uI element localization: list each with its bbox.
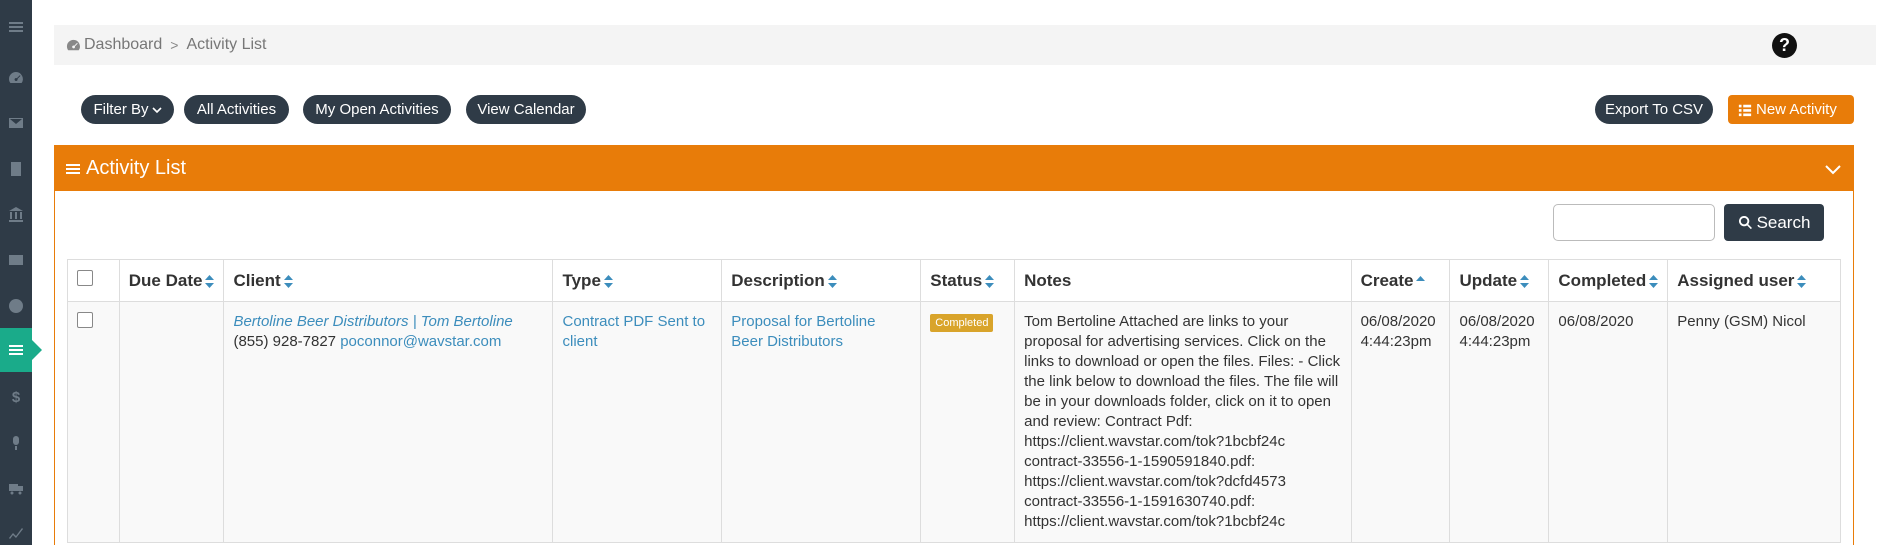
list-icon[interactable] <box>0 328 42 372</box>
view-calendar-button[interactable]: View Calendar <box>466 95 586 124</box>
chevron-down-icon <box>151 106 162 113</box>
update-cell: 06/08/2020 4:44:23pm <box>1449 301 1550 543</box>
col-client[interactable]: Client <box>223 259 554 302</box>
table-header-row: Due Date Client Type Description Status … <box>67 259 1841 302</box>
sort-icon <box>985 274 995 288</box>
sort-icon <box>603 274 613 288</box>
type-link[interactable]: Contract PDF Sent to client <box>562 313 705 350</box>
new-activity-label: New Activity <box>1756 101 1837 118</box>
sort-asc-icon <box>1416 275 1426 281</box>
search-input[interactable] <box>1553 204 1715 241</box>
col-create[interactable]: Create <box>1350 259 1451 302</box>
breadcrumb: Dashboard > Activity List <box>54 25 1876 65</box>
envelope-icon[interactable] <box>0 101 32 145</box>
dashboard-icon[interactable] <box>0 56 32 100</box>
sort-icon <box>283 274 293 288</box>
microphone-icon[interactable] <box>0 421 32 465</box>
sort-icon <box>1649 274 1659 288</box>
bank-icon[interactable] <box>0 192 32 236</box>
row-select-cell <box>67 301 120 543</box>
col-notes: Notes <box>1014 259 1352 302</box>
list-icon <box>1738 104 1752 116</box>
new-activity-button[interactable]: New Activity <box>1728 95 1854 124</box>
menu-icon[interactable] <box>0 5 32 49</box>
completed-cell: 06/08/2020 <box>1548 301 1669 543</box>
dollar-icon[interactable]: $ <box>0 375 32 419</box>
sort-icon <box>827 274 837 288</box>
list-icon <box>66 163 80 174</box>
search-label: Search <box>1756 212 1811 232</box>
col-type[interactable]: Type <box>552 259 723 302</box>
col-description[interactable]: Description <box>721 259 922 302</box>
chart-line-icon[interactable] <box>0 510 32 554</box>
col-status[interactable]: Status <box>920 259 1016 302</box>
all-activities-button[interactable]: All Activities <box>184 95 289 124</box>
select-all-checkbox[interactable] <box>77 270 93 286</box>
type-cell: Contract PDF Sent to client <box>552 301 723 543</box>
my-open-activities-button[interactable]: My Open Activities <box>303 95 451 124</box>
sidebar: $ <box>0 0 42 545</box>
client-cell: Bertoline Beer Distributors | Tom Bertol… <box>223 301 554 543</box>
panel-header: Activity List <box>55 146 1853 191</box>
create-cell: 06/08/2020 4:44:23pm <box>1350 301 1451 543</box>
panel-title: Activity List <box>86 157 187 179</box>
table-row: Bertoline Beer Distributors | Tom Bertol… <box>67 301 1841 543</box>
status-cell: Completed <box>920 301 1016 543</box>
building-icon[interactable] <box>0 147 32 191</box>
truck-icon[interactable] <box>0 466 32 510</box>
status-badge: Completed <box>930 314 994 332</box>
description-link[interactable]: Proposal for Bertoline Beer Distributors <box>731 313 875 350</box>
description-cell: Proposal for Bertoline Beer Distributors <box>721 301 922 543</box>
chevron-down-icon[interactable] <box>1823 159 1843 179</box>
col-assigned-user[interactable]: Assigned user <box>1667 259 1841 302</box>
client-phone: (855) 928-7827 <box>233 333 337 350</box>
client-email-link[interactable]: poconnor@wavstar.com <box>340 333 501 350</box>
client-name-link[interactable]: Bertoline Beer Distributors | Tom Bertol… <box>233 313 512 330</box>
sort-icon <box>1520 274 1530 288</box>
col-update[interactable]: Update <box>1449 259 1550 302</box>
col-due-date[interactable]: Due Date <box>118 259 225 302</box>
sort-icon <box>1797 274 1807 288</box>
dashboard-icon <box>66 39 80 50</box>
search-icon <box>1738 215 1752 230</box>
breadcrumb-separator: > <box>170 37 179 53</box>
filter-by-label: Filter By <box>93 101 149 118</box>
assigned-user-cell: Penny (GSM) Nicol <box>1667 301 1841 543</box>
row-checkbox[interactable] <box>77 312 93 328</box>
col-completed[interactable]: Completed <box>1548 259 1669 302</box>
help-icon[interactable]: ? <box>1772 33 1797 58</box>
sort-icon <box>205 274 215 288</box>
id-card-icon[interactable] <box>0 238 32 282</box>
notes-cell: Tom Bertoline Attached are links to your… <box>1014 301 1352 543</box>
due-date-cell <box>118 301 225 543</box>
search-button[interactable]: Search <box>1724 204 1824 241</box>
export-csv-button[interactable]: Export To CSV <box>1595 95 1713 124</box>
user-circle-icon[interactable] <box>0 284 32 328</box>
activity-table: Due Date Client Type Description Status … <box>67 259 1841 543</box>
filter-by-button[interactable]: Filter By <box>81 95 174 124</box>
select-all-cell <box>67 259 120 302</box>
breadcrumb-home[interactable]: Dashboard <box>84 36 162 54</box>
breadcrumb-current: Activity List <box>186 36 267 53</box>
